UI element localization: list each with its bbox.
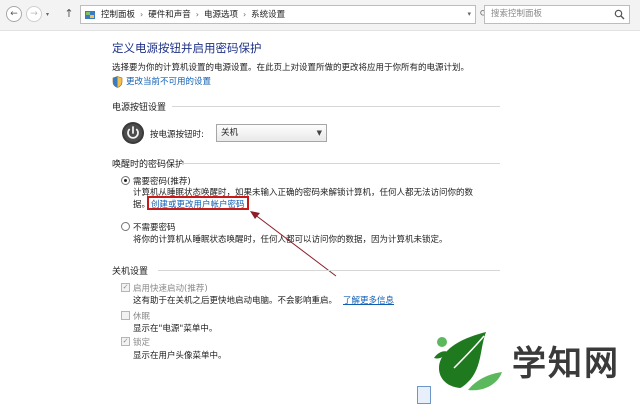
hibernate-description: 显示在"电源"菜单中。 [133,324,218,334]
uac-shield-icon [112,76,123,88]
up-arrow-icon: ↑ [64,7,74,20]
forward-button[interactable]: → [26,6,42,22]
power-button-action-label: 按电源按钮时: [150,130,204,140]
hibernate-checkbox[interactable] [121,311,130,320]
section-divider [182,163,500,164]
address-toolbar: ← → ▾ ↑ 控制面板›硬件和声音›电源选项›系统设置 ▾ ⟳ 搜索控制面板 [0,0,640,31]
watermark: 学知网 [430,326,640,396]
breadcrumb-separator-icon[interactable]: › [140,10,143,19]
no-password-label[interactable]: 不需要密码 [133,221,176,233]
section-heading-shutdown: 关机设置 [112,267,149,277]
power-button-action-value: 关机 [221,128,239,138]
lock-checkbox[interactable]: ✓ [121,337,130,346]
annotation-arrow-icon [250,211,337,277]
hibernate-label: 休眠 [133,312,151,322]
power-button-icon [122,122,144,144]
address-path-box[interactable]: 控制面板 › 硬件和声音 › 电源选项 › 系统设置 ▾ [80,5,476,24]
search-input[interactable]: 搜索控制面板 [484,5,630,24]
fast-startup-label: 启用快速启动(推荐) [133,284,208,294]
section-heading-power-button: 电源按钮设置 [112,103,167,113]
back-arrow-icon: ← [10,9,18,19]
breadcrumb-item-hardware-sound[interactable]: 硬件和声音 [148,10,191,20]
require-password-radio[interactable] [121,176,130,185]
section-divider [158,270,500,271]
leaf-logo-icon [434,332,502,391]
no-password-radio[interactable] [121,222,130,231]
section-divider [172,106,500,107]
breadcrumb-item-system-settings[interactable]: 系统设置 [251,10,285,20]
lock-label: 锁定 [133,338,151,348]
fast-startup-description: 这有助于在关机之后更快地启动电脑。不会影响重启。 [133,296,338,306]
forward-arrow-icon: → [30,9,38,19]
section-heading-wake-password: 唤醒时的密码保护 [112,160,185,170]
breadcrumb-item-power-options[interactable]: 电源选项 [204,10,238,20]
breadcrumb-item-control-panel[interactable]: 控制面板 [101,10,135,20]
breadcrumb: 控制面板 › 硬件和声音 › 电源选项 › 系统设置 [101,6,285,23]
search-placeholder: 搜索控制面板 [491,9,543,19]
breadcrumb-separator-icon[interactable]: › [196,10,199,19]
watermark-text: 学知网 [512,344,620,384]
lock-description: 显示在用户头像菜单中。 [133,351,227,361]
highlight-box [147,196,249,210]
chevron-down-icon: ▼ [316,129,322,137]
power-button-action-select[interactable]: 关机 ▼ [216,124,327,142]
control-panel-icon [85,11,95,19]
search-icon[interactable] [614,9,625,20]
page-title: 定义电源按钮并启用密码保护 [112,41,262,55]
breadcrumb-separator-icon[interactable]: › [243,10,246,19]
up-button[interactable]: ↑ [62,5,76,23]
unlock-link-text[interactable]: 更改当前不可用的设置 [126,76,211,88]
address-dropdown-icon[interactable]: ▾ [467,6,471,23]
fast-startup-checkbox[interactable]: ✓ [121,283,130,292]
back-button[interactable]: ← [6,6,22,22]
recent-locations-chevron-icon[interactable]: ▾ [46,11,49,18]
page-description: 选择要为你的计算机设置的电源设置。在此页上对设置所做的更改将应用于你所有的电源计… [112,63,470,73]
learn-more-link[interactable]: 了解更多信息 [343,294,394,306]
save-changes-button[interactable] [417,386,431,404]
